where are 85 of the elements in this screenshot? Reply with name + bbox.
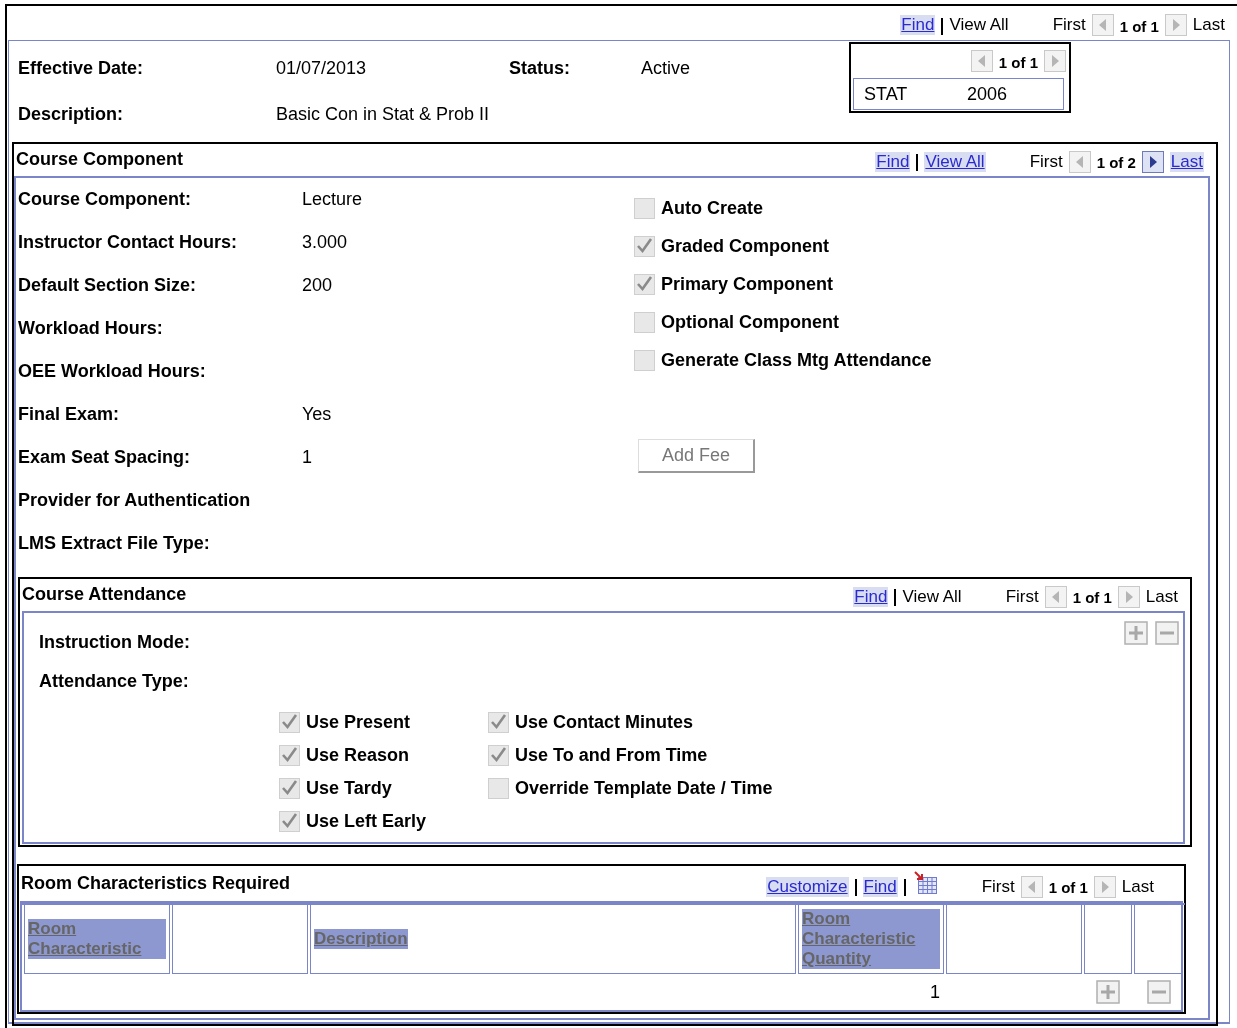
toolbar-link[interactable]: Customize <box>766 876 849 897</box>
field-value: Basic Con in Stat & Prob II <box>276 103 491 125</box>
add-row-button[interactable] <box>1096 980 1120 1004</box>
toolbar-link[interactable]: Find <box>875 151 911 172</box>
checkbox-label: Use To and From Time <box>515 745 708 766</box>
checkbox-label: Use Present <box>306 712 411 733</box>
add-row-button[interactable] <box>1124 621 1148 645</box>
first-label: First <box>1005 586 1039 607</box>
checkbox[interactable] <box>279 712 300 733</box>
toolbar-text: View All <box>902 586 962 607</box>
page-count: 1 of 2 <box>1096 153 1136 173</box>
checkbox[interactable] <box>279 745 300 766</box>
last-label: Last <box>1145 586 1178 607</box>
last-label: Last <box>1121 876 1154 897</box>
field-value: 3.000 <box>302 232 349 253</box>
checkbox[interactable] <box>488 745 509 766</box>
last-link[interactable]: Last <box>1169 151 1204 172</box>
previous-button[interactable] <box>1020 875 1043 898</box>
toolbar-link[interactable]: View All <box>924 151 986 172</box>
checkbox[interactable] <box>488 778 509 799</box>
checkbox[interactable] <box>634 273 655 295</box>
field-label: Provider for Authentication <box>18 490 252 511</box>
checkbox[interactable] <box>488 712 509 733</box>
field-value: Yes <box>302 404 333 425</box>
field-label: Status: <box>509 57 571 79</box>
delete-row-button[interactable] <box>1155 621 1179 645</box>
first-label: First <box>1052 15 1086 35</box>
field-value: Lecture <box>302 189 364 210</box>
previous-button[interactable] <box>1091 14 1114 36</box>
section-title: Course Component <box>16 148 183 170</box>
checkbox[interactable] <box>634 349 655 371</box>
delete-row-button[interactable] <box>1146 980 1171 1004</box>
checkbox-label: Graded Component <box>661 235 829 257</box>
next-button[interactable] <box>1141 150 1164 173</box>
first-label: First <box>1029 151 1063 172</box>
first-label: First <box>981 876 1015 897</box>
field-value: Active <box>641 57 692 79</box>
previous-button[interactable] <box>1068 150 1091 173</box>
checkbox-label: Auto Create <box>661 197 763 219</box>
toolbar-link[interactable]: Find <box>853 586 889 607</box>
add-fee-button[interactable]: Add Fee <box>638 439 755 473</box>
checkbox-label: Override Template Date / Time <box>515 778 773 799</box>
field-label: OEE Workload Hours: <box>18 361 207 382</box>
catalog-number: 2006 <box>967 83 1009 105</box>
field-label: Attendance Type: <box>39 671 189 691</box>
field-label: Instructor Contact Hours: <box>18 232 238 253</box>
field-label: Instruction Mode: <box>39 632 190 653</box>
toolbar-text: View All <box>949 15 1009 35</box>
last-label: Last <box>1192 15 1225 35</box>
section-title: Course Attendance <box>22 583 187 605</box>
table-cell: 1 <box>930 981 940 1002</box>
checkbox-label: Use Reason <box>306 745 410 766</box>
toolbar-link[interactable]: Find <box>862 876 898 897</box>
checkbox[interactable] <box>634 235 655 257</box>
field-label: Workload Hours: <box>18 318 164 339</box>
checkbox-label: Use Contact Minutes <box>515 712 694 733</box>
checkbox-label: Generate Class Mtg Attendance <box>661 349 932 371</box>
field-label: Exam Seat Spacing: <box>18 447 192 468</box>
checkbox-label: Primary Component <box>661 273 834 295</box>
checkbox[interactable] <box>634 197 655 219</box>
field-label: Description: <box>18 103 124 125</box>
section-title: Room Characteristics Required <box>21 871 291 894</box>
field-value: 1 <box>302 447 313 468</box>
page-count: 1 of 1 <box>1119 16 1159 37</box>
page-count: 1 of 1 <box>1048 878 1088 898</box>
checkbox[interactable] <box>634 311 655 333</box>
grid-icon[interactable] <box>913 870 938 895</box>
checkbox-label: Optional Component <box>661 311 839 333</box>
checkbox-label: Use Tardy <box>306 778 392 799</box>
field-label: Course Component: <box>18 189 192 210</box>
page-count: 1 of 1 <box>998 52 1038 73</box>
checkbox[interactable] <box>279 778 300 799</box>
toolbar-link[interactable]: Find <box>900 15 936 35</box>
field-label: Default Section Size: <box>18 275 198 296</box>
page-count: 1 of 1 <box>1072 588 1112 608</box>
checkbox-label: Use Left Early <box>306 811 427 832</box>
field-label: Effective Date: <box>18 57 145 79</box>
checkbox[interactable] <box>279 811 300 832</box>
field-value: 01/07/2013 <box>276 57 368 79</box>
previous-button[interactable] <box>1044 585 1067 608</box>
previous-button[interactable] <box>970 50 993 72</box>
field-label: LMS Extract File Type: <box>18 533 211 554</box>
field-label: Final Exam: <box>18 404 121 425</box>
subject-code: STAT <box>864 83 909 105</box>
field-value: 200 <box>302 275 334 296</box>
